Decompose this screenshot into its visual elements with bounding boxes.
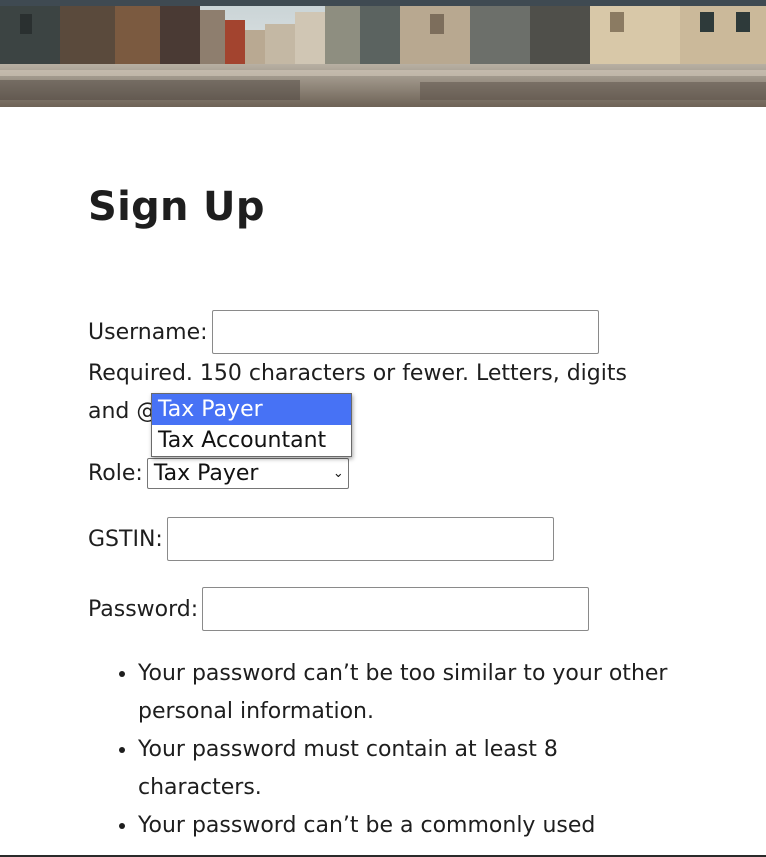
page-title: Sign Up (88, 184, 265, 230)
password-rule-item: Your password can’t be too similar to yo… (138, 655, 678, 731)
username-input[interactable] (211, 310, 599, 354)
gstin-row: GSTIN: (88, 517, 554, 561)
password-input[interactable] (202, 587, 590, 631)
username-label: Username: (88, 319, 208, 345)
gstin-input[interactable] (166, 517, 554, 561)
password-rules-list: Your password can’t be too similar to yo… (88, 655, 678, 845)
password-rule-item: Your password can’t be a commonly used (138, 807, 678, 845)
gstin-label: GSTIN: (88, 526, 163, 552)
role-select-value: Tax Payer (153, 461, 259, 486)
username-row: Username: (88, 310, 599, 354)
role-option-tax-accountant[interactable]: Tax Accountant (152, 425, 351, 456)
role-select[interactable]: Tax Payer ⌄ (146, 458, 349, 489)
role-dropdown-list: Tax Payer Tax Accountant (151, 393, 352, 457)
role-label: Role: (88, 461, 143, 486)
header-banner-image (0, 0, 766, 107)
password-rule-item: Your password must contain at least 8 ch… (138, 731, 678, 807)
role-option-tax-payer[interactable]: Tax Payer (152, 394, 351, 425)
password-row: Password: (88, 587, 590, 631)
signup-page: Sign Up Username: Required. 150 characte… (0, 0, 766, 857)
chevron-down-icon: ⌄ (332, 466, 344, 481)
password-label: Password: (88, 596, 199, 622)
role-row: Role: Tax Payer ⌄ (88, 458, 349, 489)
